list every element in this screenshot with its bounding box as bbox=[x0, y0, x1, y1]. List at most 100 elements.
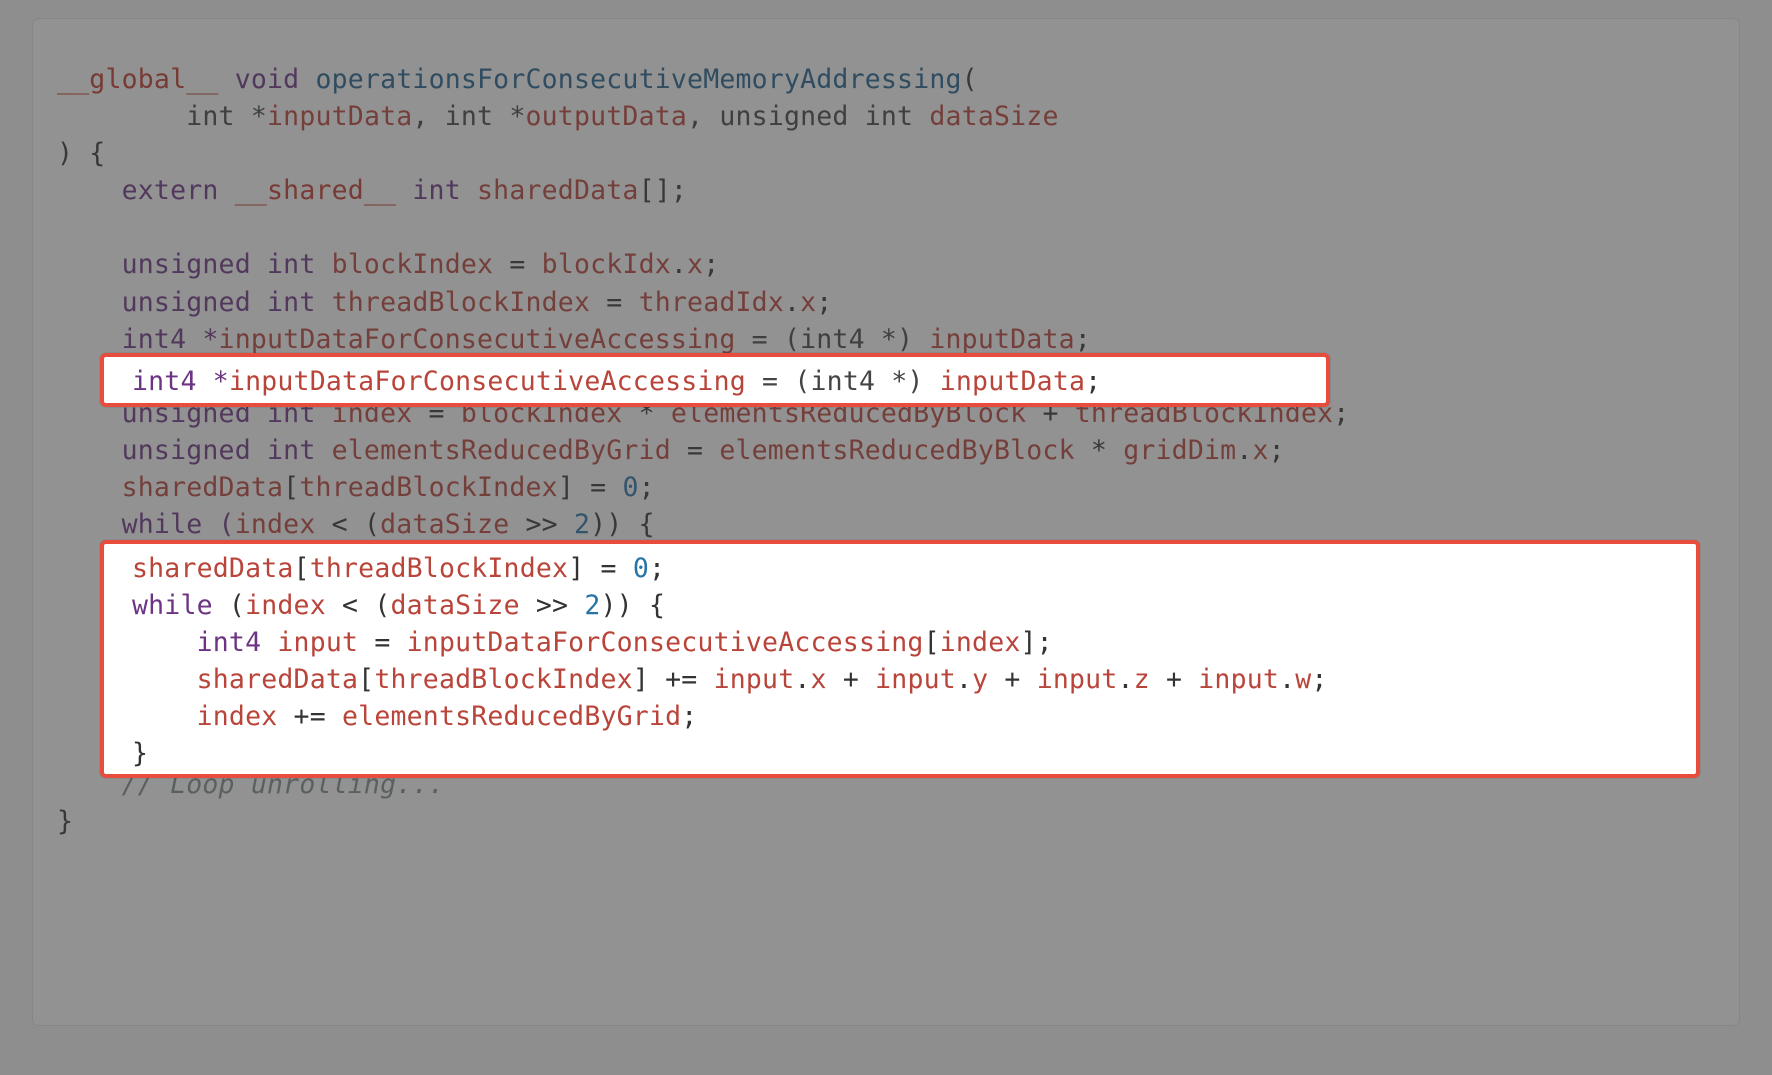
code-token: . bbox=[956, 664, 972, 695]
code-token: x bbox=[811, 664, 827, 695]
code-token: w bbox=[1295, 664, 1311, 695]
code-token: elementsReducedByGrid bbox=[332, 435, 671, 466]
code-token: ] += bbox=[633, 664, 714, 695]
code-token: 2 bbox=[574, 509, 590, 540]
code-token: = bbox=[671, 435, 719, 466]
code-token: index bbox=[132, 701, 277, 732]
code-token: ; bbox=[1269, 435, 1285, 466]
code-token: + bbox=[1150, 664, 1198, 695]
code-token: ; bbox=[816, 287, 832, 318]
code-token: index bbox=[940, 627, 1021, 658]
code-token: gridDim bbox=[1123, 435, 1236, 466]
code-token: elementsReducedByGrid bbox=[342, 701, 681, 732]
code-token: , int * bbox=[412, 101, 525, 132]
code-token: . bbox=[794, 664, 810, 695]
code-token: inputData bbox=[940, 366, 1085, 397]
code-token: while bbox=[132, 590, 213, 621]
code-token: [ bbox=[924, 627, 940, 658]
code-token: int bbox=[396, 175, 477, 206]
code-token: )) { bbox=[590, 509, 655, 540]
code-token: + bbox=[988, 664, 1036, 695]
code-token: sharedData bbox=[132, 553, 294, 584]
code-token: inputDataForConsecutiveAccessing bbox=[407, 627, 924, 658]
code-token: = (int4 *) bbox=[746, 366, 940, 397]
code-token: } bbox=[132, 738, 148, 769]
code-token: unsigned int bbox=[57, 435, 332, 466]
code-token: ; bbox=[639, 472, 655, 503]
code-token: blockIndex bbox=[332, 249, 494, 280]
code-token: = bbox=[590, 287, 638, 318]
highlight-code-2: sharedData[threadBlockIndex] = 0; while … bbox=[104, 544, 1696, 777]
code-token: int4 * bbox=[132, 366, 229, 397]
code-token: input bbox=[1037, 664, 1118, 695]
code-token: . bbox=[784, 287, 800, 318]
code-token: dataSize bbox=[391, 590, 520, 621]
code-card: __global__ void operationsForConsecutive… bbox=[32, 18, 1740, 1026]
code-token: inputDataForConsecutiveAccessing bbox=[229, 366, 746, 397]
code-token: inputData bbox=[929, 324, 1074, 355]
code-token: < ( bbox=[326, 590, 391, 621]
code-token: z bbox=[1134, 664, 1150, 695]
code-token: = bbox=[493, 249, 541, 280]
code-token: dataSize bbox=[929, 101, 1058, 132]
code-token: int4 bbox=[132, 627, 277, 658]
code-token: __shared__ bbox=[235, 175, 397, 206]
code-token: + bbox=[827, 664, 875, 695]
code-token: void bbox=[219, 64, 316, 95]
code-token: elementsReducedByBlock bbox=[719, 435, 1074, 466]
code-token: 0 bbox=[633, 553, 649, 584]
code-token: index bbox=[235, 509, 316, 540]
code-token: ; bbox=[1311, 664, 1327, 695]
code-token: ; bbox=[1333, 398, 1349, 429]
code-token: ( bbox=[962, 64, 978, 95]
code-token: ; bbox=[681, 701, 697, 732]
code-token: operationsForConsecutiveMemoryAddressing bbox=[315, 64, 961, 95]
code-token: sharedData bbox=[132, 664, 358, 695]
code-token: 0 bbox=[622, 472, 638, 503]
code-token: y bbox=[972, 664, 988, 695]
code-token: int4 * bbox=[57, 324, 219, 355]
code-token: dataSize bbox=[380, 509, 509, 540]
code-token: __global__ bbox=[57, 64, 219, 95]
code-token: ] = bbox=[558, 472, 623, 503]
code-token: threadBlockIndex bbox=[374, 664, 632, 695]
highlight-code-1: int4 *inputDataForConsecutiveAccessing =… bbox=[104, 357, 1326, 404]
code-token: ; bbox=[1075, 324, 1091, 355]
code-token: input bbox=[875, 664, 956, 695]
code-token: 2 bbox=[584, 590, 600, 621]
code-token: inputDataForConsecutiveAccessing bbox=[219, 324, 736, 355]
code-token: ]; bbox=[1021, 627, 1053, 658]
code-token: input bbox=[277, 627, 358, 658]
code-token: sharedData bbox=[477, 175, 639, 206]
code-token: . bbox=[671, 249, 687, 280]
code-token: threadBlockIndex bbox=[299, 472, 557, 503]
code-token: < ( bbox=[315, 509, 380, 540]
code-token: input bbox=[714, 664, 795, 695]
code-token: input bbox=[1198, 664, 1279, 695]
code-token: ; bbox=[1085, 366, 1101, 397]
code-token: int * bbox=[57, 101, 267, 132]
code-token: x bbox=[800, 287, 816, 318]
code-token: threadBlockIndex bbox=[310, 553, 568, 584]
code-token: ] = bbox=[568, 553, 633, 584]
code-token: >> bbox=[509, 509, 574, 540]
code-token: += bbox=[277, 701, 342, 732]
code-token: blockIdx bbox=[542, 249, 671, 280]
code-token: . bbox=[1236, 435, 1252, 466]
code-token: threadIdx bbox=[639, 287, 784, 318]
code-token: * bbox=[1075, 435, 1123, 466]
code-token: []; bbox=[639, 175, 687, 206]
code-token: [ bbox=[294, 553, 310, 584]
code-token: threadBlockIndex bbox=[332, 287, 590, 318]
code-token: } bbox=[57, 806, 73, 837]
code-token: . bbox=[1279, 664, 1295, 695]
highlight-box-2: sharedData[threadBlockIndex] = 0; while … bbox=[100, 540, 1700, 778]
code-token: )) { bbox=[601, 590, 666, 621]
code-token: , unsigned int bbox=[687, 101, 929, 132]
code-token: index bbox=[245, 590, 326, 621]
code-token: >> bbox=[520, 590, 585, 621]
code-token: = bbox=[358, 627, 406, 658]
code-token: inputData bbox=[267, 101, 412, 132]
code-token: ) { bbox=[57, 138, 105, 169]
code-token: ; bbox=[703, 249, 719, 280]
